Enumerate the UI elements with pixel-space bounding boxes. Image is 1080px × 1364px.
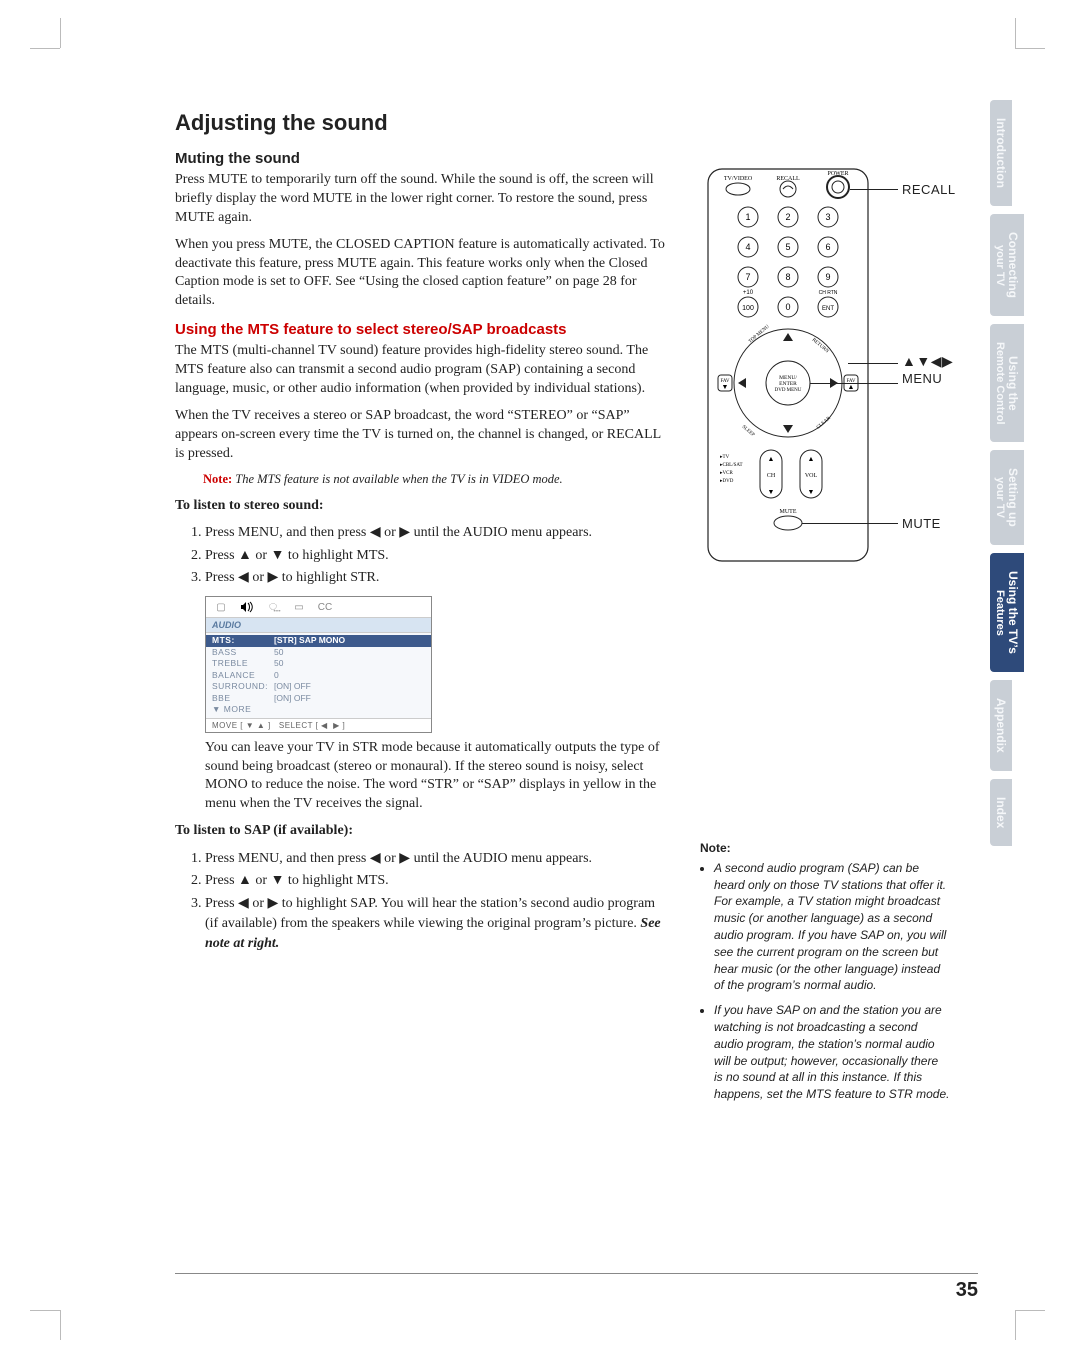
- mts-heading: Using the MTS feature to select stereo/S…: [175, 321, 665, 338]
- label-mute: MUTE: [902, 516, 941, 531]
- svg-text:1: 1: [745, 212, 750, 222]
- list-item: Press MENU, and then press ◀ or ▶ until …: [205, 523, 665, 543]
- chapter-tab[interactable]: Setting upyour TV: [990, 450, 1024, 545]
- list-item: Press ◀ or ▶ to highlight STR.: [205, 568, 665, 588]
- svg-text:+10: +10: [743, 290, 754, 296]
- svg-text:7: 7: [745, 272, 750, 282]
- svg-text:CH: CH: [767, 473, 776, 479]
- osd-row: TREBLE50: [206, 658, 431, 669]
- footer-rule: [175, 1273, 978, 1274]
- osd-row: BASS50: [206, 647, 431, 658]
- svg-text:3: 3: [825, 212, 830, 222]
- chapter-tabs: Introduction Connectingyour TV Using theRe…: [990, 100, 1024, 854]
- side-note: Note: A second audio program (SAP) can b…: [700, 840, 950, 1111]
- note-label: Note:: [203, 472, 232, 486]
- side-note-item: A second audio program (SAP) can be hear…: [714, 860, 950, 994]
- chapter-tab[interactable]: Using the TV’sFeatures: [990, 553, 1024, 672]
- tape-icon: ▭: [290, 600, 308, 614]
- stereo-heading: To listen to stereo sound:: [175, 497, 665, 516]
- osd-menu: ▢ ⵿ ▭ CC AUDIO MTS:[STR] SAP MONO BASS50…: [205, 596, 432, 732]
- svg-text:TV/VIDEO: TV/VIDEO: [724, 176, 753, 182]
- after-osd: You can leave your TV in STR mode becaus…: [205, 739, 665, 815]
- osd-footer: MOVE [ ▼ ▲ ] SELECT [ ◀ ▶ ]: [206, 718, 431, 732]
- list-item: Press MENU, and then press ◀ or ▶ until …: [205, 849, 665, 869]
- muting-heading: Muting the sound: [175, 150, 665, 167]
- chapter-tab[interactable]: Introduction: [990, 100, 1012, 206]
- mts-p2: When the TV receives a stereo or SAP bro…: [175, 407, 665, 464]
- muting-p1: Press MUTE to temporarily turn off the s…: [175, 171, 665, 228]
- svg-text:▸DVD: ▸DVD: [720, 479, 734, 484]
- chapter-tab[interactable]: Connectingyour TV: [990, 214, 1024, 316]
- sap-step3-text: Press ◀ or ▶ to highlight SAP. You will …: [205, 896, 655, 931]
- list-item: Press ▲ or ▼ to highlight MTS.: [205, 871, 665, 891]
- side-note-heading: Note:: [700, 840, 950, 857]
- svg-text:▸VCR: ▸VCR: [720, 471, 733, 476]
- osd-row: SURROUND:[ON] OFF: [206, 681, 431, 692]
- list-item: Press ▲ or ▼ to highlight MTS.: [205, 546, 665, 566]
- mts-p1: The MTS (multi-channel TV sound) feature…: [175, 342, 665, 399]
- note-text: The MTS feature is not available when th…: [232, 472, 563, 486]
- svg-text:▲: ▲: [768, 455, 775, 463]
- osd-row: BBE[ON] OFF: [206, 693, 431, 704]
- osd-title: AUDIO: [206, 618, 431, 633]
- muting-p2: When you press MUTE, the CLOSED CAPTION …: [175, 236, 665, 312]
- svg-text:MUTE: MUTE: [780, 509, 797, 515]
- svg-text:2: 2: [785, 212, 790, 222]
- svg-text:6: 6: [825, 242, 830, 252]
- osd-icon-row: ▢ ⵿ ▭ CC: [206, 597, 431, 618]
- sap-heading: To listen to SAP (if available):: [175, 822, 665, 841]
- chapter-tab[interactable]: Index: [990, 779, 1012, 846]
- svg-text:CH RTN: CH RTN: [819, 290, 838, 296]
- page-number: 35: [956, 1279, 978, 1302]
- svg-text:▼: ▼: [768, 488, 775, 496]
- osd-row: BALANCE0: [206, 670, 431, 681]
- sap-steps: Press MENU, and then press ◀ or ▶ until …: [205, 849, 665, 954]
- svg-text:DVD MENU: DVD MENU: [775, 388, 802, 393]
- remote-illustration: TV/VIDEO RECALL POWER 1 2 3 4 5 6 7 8 9 …: [700, 165, 960, 565]
- osd-body: MTS:[STR] SAP MONO BASS50 TREBLE50 BALAN…: [206, 633, 431, 717]
- svg-text:5: 5: [785, 242, 790, 252]
- svg-text:▲: ▲: [808, 455, 815, 463]
- svg-text:100: 100: [742, 305, 754, 312]
- side-note-item: If you have SAP on and the station you a…: [714, 1002, 950, 1103]
- svg-text:VOL: VOL: [805, 473, 818, 479]
- svg-text:0: 0: [785, 302, 790, 312]
- sliders-icon: ⵿: [264, 600, 282, 614]
- osd-row: MTS:[STR] SAP MONO: [206, 635, 431, 646]
- svg-text:▼: ▼: [722, 383, 729, 391]
- label-recall: RECALL: [902, 182, 956, 197]
- tv-icon: ▢: [212, 600, 230, 614]
- svg-text:▲: ▲: [848, 383, 855, 391]
- svg-text:RECALL: RECALL: [776, 176, 800, 182]
- cc-icon: CC: [316, 600, 334, 614]
- speaker-icon: [238, 600, 256, 614]
- mts-inline-note: Note: The MTS feature is not available w…: [203, 472, 665, 487]
- svg-text:4: 4: [745, 242, 750, 252]
- svg-text:ENTER: ENTER: [779, 381, 797, 387]
- svg-text:9: 9: [825, 272, 830, 282]
- svg-text:▼: ▼: [808, 488, 815, 496]
- chapter-tab[interactable]: Appendix: [990, 680, 1012, 771]
- chapter-tab[interactable]: Using theRemote Control: [990, 324, 1024, 443]
- section-title: Adjusting the sound: [175, 110, 665, 136]
- svg-text:POWER: POWER: [828, 171, 849, 177]
- svg-text:▸TV: ▸TV: [720, 455, 730, 460]
- label-arrows: ▲▼◀▶: [902, 353, 953, 370]
- stereo-steps: Press MENU, and then press ◀ or ▶ until …: [205, 523, 665, 588]
- svg-text:8: 8: [785, 272, 790, 282]
- svg-text:▸CBL/SAT: ▸CBL/SAT: [720, 463, 743, 468]
- list-item: Press ◀ or ▶ to highlight SAP. You will …: [205, 894, 665, 955]
- label-menu: MENU: [902, 371, 942, 386]
- svg-text:ENT: ENT: [822, 306, 834, 312]
- osd-row: ▼ MORE: [206, 704, 431, 715]
